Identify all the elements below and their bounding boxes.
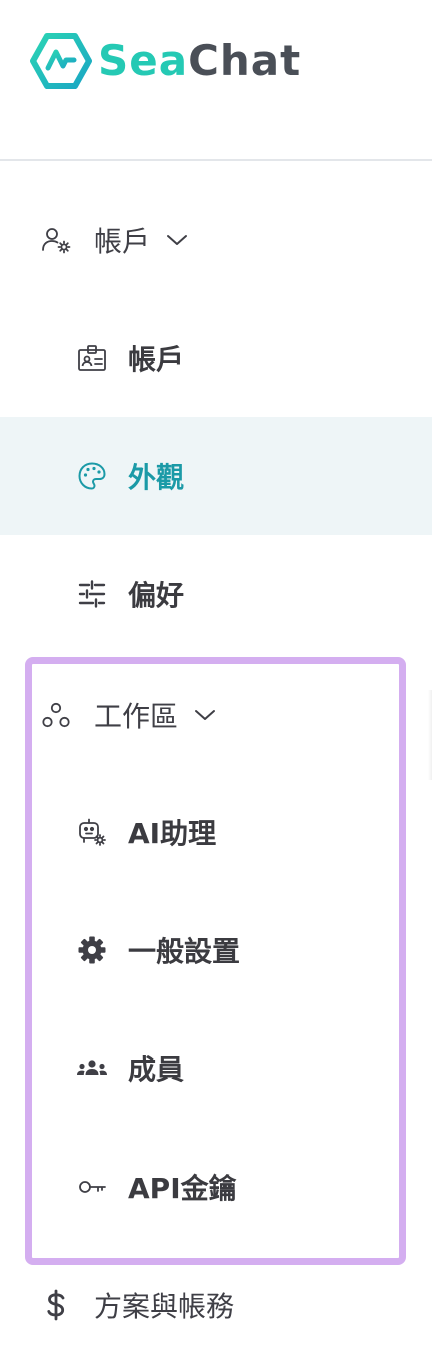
sidebar-item-account-label: 帳戶 [128, 343, 185, 376]
sidebar-item-members[interactable]: 成員 [0, 1009, 432, 1127]
sidebar-item-preferences[interactable]: 偏好 [0, 535, 432, 653]
sidebar-item-appearance-label: 外觀 [128, 461, 185, 494]
sidebar-item-ai-assistant-label: AI助理 [128, 817, 217, 850]
user-gear-icon [40, 224, 72, 256]
sidebar-item-api-keys[interactable]: API金鑰 [0, 1128, 432, 1246]
nav-group-workspace[interactable]: 工作區 [0, 656, 432, 774]
chevron-down-icon [166, 228, 190, 252]
workspace-nodes-icon [40, 699, 72, 731]
sidebar-item-general-settings-label: 一般設置 [128, 935, 241, 968]
sidebar-item-api-keys-label: API金鑰 [128, 1172, 237, 1205]
chevron-down-icon [194, 703, 218, 727]
members-icon [76, 1052, 108, 1084]
brand-name: SeaChat [98, 40, 301, 82]
sidebar-item-general-settings[interactable]: 一般設置 [0, 891, 432, 1009]
gear-icon [76, 934, 108, 966]
sidebar-item-ai-assistant[interactable]: AI助理 [0, 773, 432, 891]
bot-gear-icon [76, 816, 108, 848]
dollar-icon [40, 1289, 72, 1321]
nav-group-account[interactable]: 帳戶 [0, 181, 432, 299]
nav-item-billing[interactable]: 方案與帳務 [0, 1246, 432, 1364]
sidebar-item-appearance[interactable]: 外觀 [0, 417, 432, 535]
sidebar-item-preferences-label: 偏好 [128, 579, 185, 612]
seachat-logo[interactable]: SeaChat [30, 26, 301, 96]
sliders-icon [76, 578, 108, 610]
brand-name-part1: Sea [98, 36, 189, 85]
id-badge-icon [76, 342, 108, 374]
nav-group-account-label: 帳戶 [94, 225, 151, 258]
seachat-logo-icon [30, 33, 92, 89]
nav-item-billing-label: 方案與帳務 [94, 1290, 235, 1323]
sidebar-item-members-label: 成員 [128, 1053, 185, 1086]
header-divider [0, 159, 432, 161]
edge-shadow [428, 690, 432, 780]
nav-group-workspace-label: 工作區 [94, 700, 179, 733]
sidebar-item-account[interactable]: 帳戶 [0, 299, 432, 417]
key-icon [76, 1171, 108, 1203]
palette-icon [76, 460, 108, 492]
brand-name-part2: Chat [188, 36, 302, 85]
